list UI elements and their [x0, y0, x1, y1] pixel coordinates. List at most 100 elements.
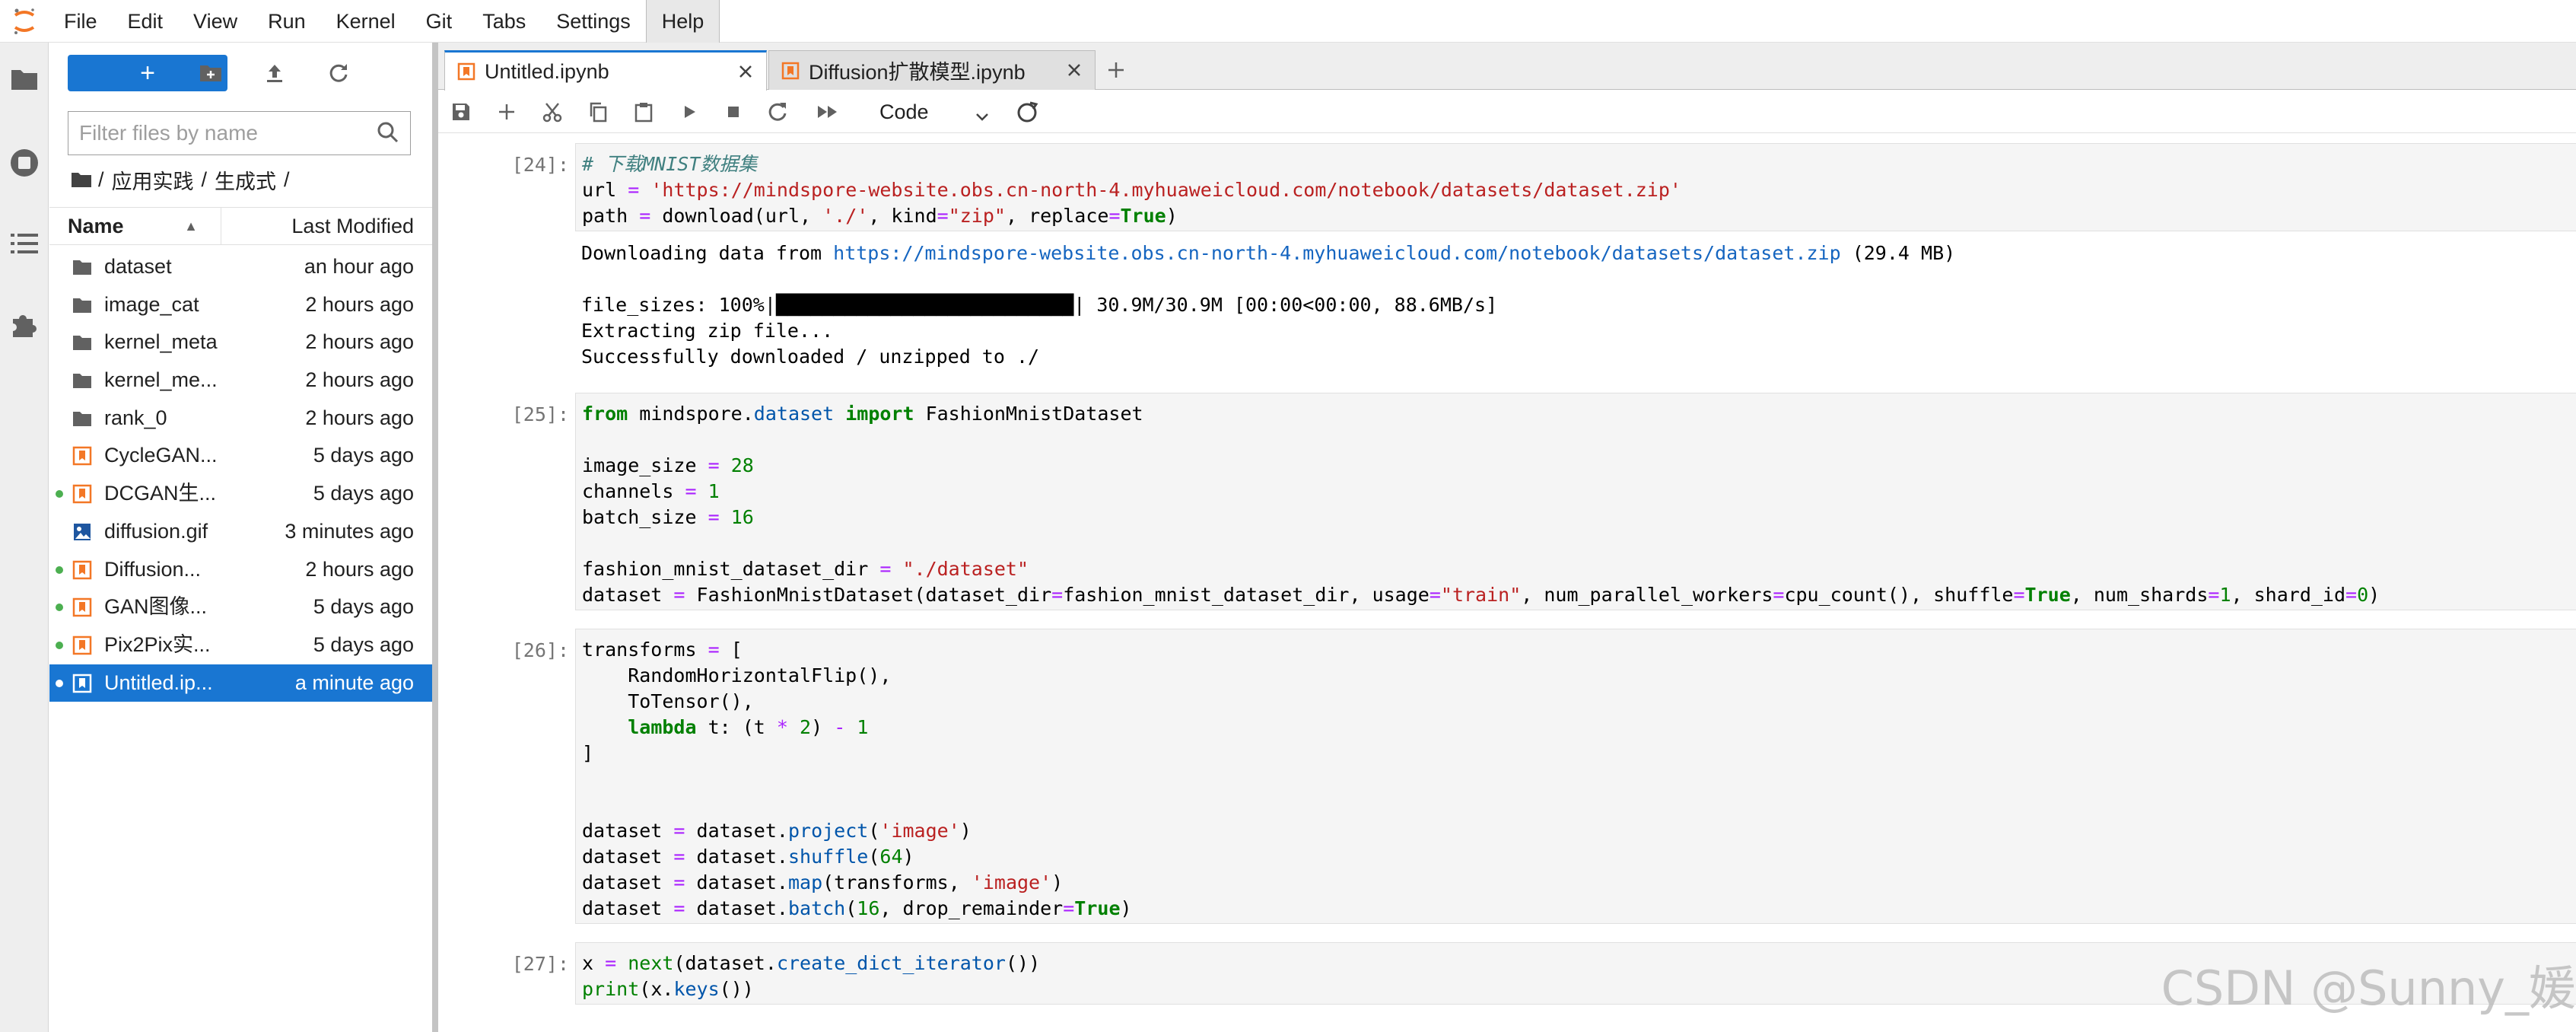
new-tab-plus-icon[interactable] [1100, 53, 1132, 87]
code-token: FashionMnistDataset [914, 403, 1143, 425]
cut-icon[interactable] [539, 98, 566, 126]
file-name: DCGAN生... [104, 482, 217, 505]
output-link[interactable]: https://mindspore-website.obs.cn-north-4… [833, 242, 1841, 264]
file-item[interactable]: Pix2Pix实... 5 days ago [49, 626, 432, 664]
code-token: url [582, 179, 628, 201]
code-token: 'https://mindspore-website.obs.cn-north-… [650, 179, 1681, 201]
main-area: Untitled.ipynb Diffusion扩散模型.ipynb Code … [438, 43, 2576, 1032]
menu-edit[interactable]: Edit [113, 0, 179, 43]
file-name: CycleGAN... [104, 444, 218, 467]
refresh-icon[interactable] [323, 58, 354, 88]
filter-files-input[interactable] [79, 112, 368, 154]
code-token: ) [2368, 584, 2380, 606]
file-item[interactable]: GAN图像... 5 days ago [49, 588, 432, 626]
code-token: dataset [685, 871, 777, 893]
menu-tabs[interactable]: Tabs [467, 0, 541, 43]
panel-splitter[interactable] [432, 43, 438, 1032]
kernel-status-icon[interactable] [1013, 98, 1041, 126]
run-icon[interactable] [676, 98, 703, 126]
restart-run-all-icon[interactable] [814, 98, 841, 126]
menu-run[interactable]: Run [253, 0, 321, 43]
restart-kernel-icon[interactable] [764, 98, 791, 126]
code-token: 64 [879, 846, 903, 868]
code-line: ] [582, 741, 2576, 766]
output-text: | 30.9M/30.9M [00:00<00:00, 88.6MB/s] [1073, 294, 1498, 316]
file-item[interactable]: image_cat 2 hours ago [49, 286, 432, 324]
code-token: , num_shards [2070, 584, 2209, 606]
file-name: Diffusion... [104, 557, 202, 581]
save-icon[interactable] [447, 98, 475, 126]
code-token: ToTensor(), [582, 690, 754, 712]
menu-git[interactable]: Git [411, 0, 468, 43]
code-cell-input[interactable]: # 下载MNIST数据集 url = 'https://mindspore-web… [575, 143, 2576, 231]
code-line: dataset = dataset.shuffle(64) [582, 844, 2576, 870]
code-token: ) [811, 716, 835, 738]
code-token: dataset [582, 871, 674, 893]
menu-file[interactable]: File [49, 0, 113, 43]
file-item[interactable]: diffusion.gif 3 minutes ago [49, 513, 432, 551]
folder-icon[interactable] [6, 61, 43, 97]
code-token: './' [822, 205, 869, 227]
close-icon[interactable] [736, 62, 755, 81]
code-token: . [776, 897, 788, 919]
file-item[interactable]: CycleGAN... 5 days ago [49, 437, 432, 475]
file-item[interactable]: dataset an hour ago [49, 248, 432, 286]
running-sessions-icon[interactable] [6, 145, 43, 181]
extensions-icon[interactable] [6, 306, 43, 342]
file-modified: 2 hours ago [305, 557, 414, 581]
code-token: = [673, 846, 685, 868]
code-token: True [1074, 897, 1121, 919]
insert-cell-icon[interactable] [493, 98, 520, 126]
file-item[interactable]: DCGAN生... 5 days ago [49, 475, 432, 513]
file-item[interactable]: kernel_meta 2 hours ago [49, 323, 432, 362]
code-token: = [2345, 584, 2358, 606]
breadcrumb-item-applied-practice[interactable]: 应用实践 [112, 165, 194, 195]
file-name: rank_0 [104, 406, 167, 429]
menu-settings[interactable]: Settings [541, 0, 646, 43]
column-modified-header[interactable]: Last Modified [291, 208, 414, 244]
menu-view[interactable]: View [178, 0, 253, 43]
tab-diffusion-notebook[interactable]: Diffusion扩散模型.ipynb [768, 50, 1096, 90]
table-of-contents-icon[interactable] [6, 225, 43, 262]
breadcrumb-home-folder-icon[interactable] [71, 170, 92, 189]
code-token: ) [1166, 205, 1178, 227]
file-item[interactable]: kernel_me... 2 hours ago [49, 362, 432, 400]
code-token: - [834, 716, 846, 738]
file-modified: 5 days ago [313, 595, 414, 619]
copy-icon[interactable] [584, 98, 612, 126]
code-cell-input[interactable]: from mindspore.dataset import FashionMni… [575, 393, 2576, 610]
code-token: . [776, 871, 788, 893]
file-item[interactable]: Diffusion... 2 hours ago [49, 551, 432, 589]
code-token: # 下载MNIST数据集 [582, 153, 758, 175]
cell-type-value: Code [879, 100, 929, 123]
file-item[interactable]: rank_0 2 hours ago [49, 400, 432, 438]
cell-type-select[interactable]: Code [872, 97, 994, 127]
tab-untitled-notebook[interactable]: Untitled.ipynb [444, 50, 767, 91]
column-name-header[interactable]: Name ▲ [49, 208, 221, 244]
code-token: = [628, 179, 640, 201]
code-token: "train" [1440, 584, 1522, 606]
stop-icon[interactable] [720, 98, 747, 126]
close-icon[interactable] [1064, 60, 1084, 80]
upload-icon[interactable] [259, 58, 290, 88]
chevron-down-icon [974, 103, 991, 121]
paste-icon[interactable] [630, 98, 657, 126]
code-token: dataset [685, 897, 777, 919]
code-cell-input[interactable]: transforms = [ RandomHorizontalFlip(), T… [575, 629, 2576, 924]
code-token: dataset [582, 897, 674, 919]
menu-help[interactable]: Help [645, 0, 720, 43]
file-item[interactable]: Untitled.ip... a minute ago [49, 664, 432, 702]
running-indicator-icon [56, 679, 63, 687]
output-text: Successfully downloaded / unzipped to ./ [581, 346, 1040, 368]
code-token: ( [868, 820, 880, 842]
code-token: create_dict_iterator [776, 952, 1006, 974]
menu-kernel[interactable]: Kernel [321, 0, 411, 43]
folder-icon [72, 409, 92, 428]
breadcrumb-item-generative[interactable]: 生成式 [215, 165, 276, 195]
code-line: dataset = dataset.project('image') [582, 818, 2576, 844]
new-folder-icon[interactable] [196, 58, 226, 88]
code-token: mindspore [628, 403, 743, 425]
breadcrumb-sep: / [201, 167, 208, 191]
code-token: True [2024, 584, 2071, 606]
